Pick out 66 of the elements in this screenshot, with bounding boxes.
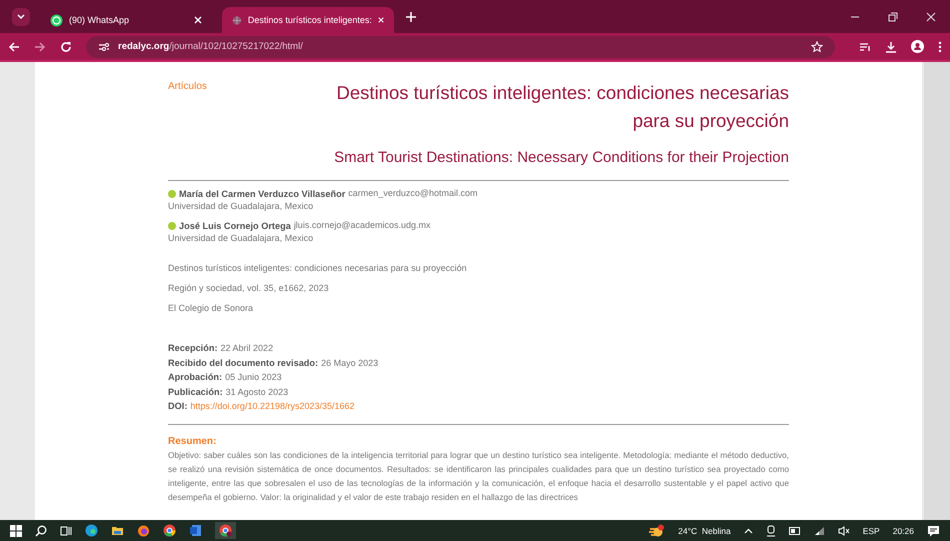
date-value: 26 Mayo 2023 xyxy=(321,356,378,370)
section-label: Artículos xyxy=(168,81,207,92)
star-icon[interactable] xyxy=(811,40,823,52)
date-label: Publicación: xyxy=(168,386,223,398)
date-label: DOI: xyxy=(168,400,188,413)
date-value: 05 Junio 2023 xyxy=(225,371,282,384)
forward-arrow-icon[interactable] xyxy=(34,40,46,52)
speaker-muted-icon[interactable] xyxy=(838,526,850,536)
download-icon[interactable] xyxy=(885,40,897,52)
media-queue-icon[interactable] xyxy=(859,40,871,52)
author-affiliation: Universidad de Guadalajara, Mexico xyxy=(168,232,314,245)
chevron-up-icon[interactable] xyxy=(744,528,753,534)
date-label: Recepción: xyxy=(168,342,218,355)
chrome-profile-taskbar-button[interactable] xyxy=(215,522,236,539)
chevron-down-icon xyxy=(17,14,25,20)
address-bar[interactable]: redalyc.org/journal/102/10275217022/html/ xyxy=(86,36,835,58)
article-title-english: Smart Tourist Destinations: Necessary Conditions for their Projection xyxy=(333,149,789,166)
task-view-icon[interactable] xyxy=(60,524,72,536)
globe-icon xyxy=(232,14,242,26)
profile-icon[interactable] xyxy=(911,40,924,53)
author-affiliation: Universidad de Guadalajara, Mexico xyxy=(168,200,314,213)
weather-text[interactable]: 24°C Neblina xyxy=(678,526,731,536)
chrome-icon xyxy=(219,524,232,537)
battery-icon[interactable] xyxy=(788,526,801,534)
date-label: Aprobación: xyxy=(168,371,222,384)
abstract-text: Objetivo: saber cuáles son las condiciones de la inteligencia territorial para lograr que un destino turístico sea inteligente. Metodología: mediante el método deductivo, se realizó una revisión sistemática de once documentos. Resultados: se identificaron las principales cualidades para que un destino turístico sea proyectado como inteligente, entre las que sobresalen el uso de las tecnologías de la información y la comunicación, el enfoque hacia el desarrollo sustentable y el papel activo que desempeña el gobierno. Valor: la originalidad y el valor de este trabajo residen en el hallazgo de las directrices xyxy=(168,448,789,504)
date-label: Recibido del documento revisado: xyxy=(168,356,318,370)
word-icon[interactable] xyxy=(189,524,202,537)
restore-icon[interactable] xyxy=(888,12,898,22)
edge-browser-icon[interactable] xyxy=(85,524,98,537)
abstract-heading: Resumen: xyxy=(168,436,218,446)
url-text: redalyc.org/journal/102/10275217022/html/ xyxy=(118,41,303,52)
close-icon[interactable] xyxy=(926,12,936,22)
firefox-icon[interactable] xyxy=(137,524,150,537)
author-email: jluis.cornejo@academicos.udg.mx xyxy=(294,219,431,232)
citation-line: Región y sociedad, vol. 35, e1662, 2023 xyxy=(168,282,330,295)
chat-bubble-icon xyxy=(50,14,63,26)
tab-title: (90) WhatsApp xyxy=(69,15,130,25)
folder-icon[interactable] xyxy=(111,524,124,537)
browser-tab[interactable]: (90) WhatsApp xyxy=(40,7,212,33)
menu-icon[interactable] xyxy=(938,40,942,52)
author-email: carmen_verduzco@hotmail.com xyxy=(348,187,478,200)
author-name: José Luis Cornejo Ortega xyxy=(179,220,291,230)
tab-title: Destinos turísticos inteligentes: xyxy=(248,15,372,25)
search-icon[interactable] xyxy=(35,524,47,536)
date-value: 31 Agosto 2023 xyxy=(226,386,288,398)
site-settings-icon[interactable] xyxy=(98,42,110,52)
wifi-signal-icon[interactable] xyxy=(814,526,825,536)
new-tab-icon[interactable] xyxy=(406,12,416,22)
citation-line: Destinos turísticos inteligentes: condiciones necesarias para su proyección xyxy=(168,262,468,275)
browser-tab[interactable]: Destinos turísticos inteligentes: xyxy=(222,7,394,33)
windows-start-icon[interactable] xyxy=(10,524,22,536)
citation-line: El Colegio de Sonora xyxy=(168,302,254,315)
date-value: 22 Abril 2022 xyxy=(220,342,274,355)
tab-search-button[interactable] xyxy=(12,8,30,26)
device-icon[interactable] xyxy=(766,524,776,536)
notification-icon[interactable] xyxy=(927,524,940,536)
reload-icon[interactable] xyxy=(60,40,72,52)
back-arrow-icon[interactable] xyxy=(8,40,20,52)
chrome-icon[interactable] xyxy=(163,524,176,537)
scrollbar[interactable] xyxy=(924,62,950,520)
input-language[interactable]: ESP xyxy=(862,526,880,536)
clock[interactable]: 20:26 xyxy=(892,526,914,536)
author-name: María del Carmen Verduzco Villaseñor xyxy=(179,188,346,198)
weather-icon[interactable] xyxy=(649,524,666,538)
article-title: Destinos turísticos inteligentes: condiciones necesarias para su proyección xyxy=(336,81,789,133)
